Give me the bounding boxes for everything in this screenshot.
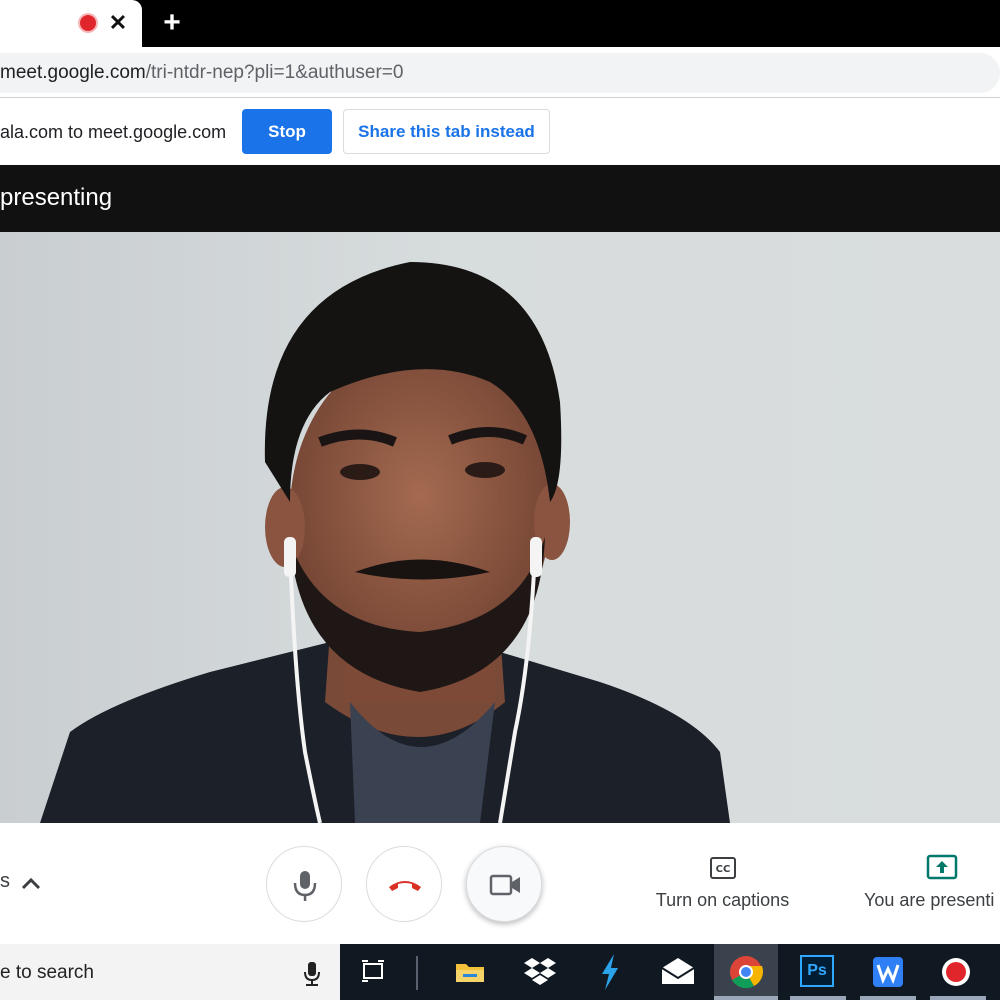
mail-icon[interactable] xyxy=(656,950,700,994)
wps-office-icon[interactable] xyxy=(866,950,910,994)
present-screen-icon xyxy=(926,854,958,880)
microphone-button[interactable] xyxy=(266,846,342,922)
url-path: /tri-ntdr-nep?pli=1&authuser=0 xyxy=(145,62,404,83)
search-placeholder: e to search xyxy=(0,962,94,983)
camera-icon xyxy=(489,874,520,896)
share-this-tab-button[interactable]: Share this tab instead xyxy=(343,109,550,154)
end-call-icon xyxy=(389,881,421,891)
svg-text:CC: CC xyxy=(716,864,731,875)
file-explorer-icon[interactable] xyxy=(448,950,492,994)
meeting-details-label[interactable]: s xyxy=(0,870,10,893)
screen-recorder-icon[interactable] xyxy=(934,950,978,994)
app-running-indicator xyxy=(860,996,916,1000)
lightning-app-icon[interactable] xyxy=(588,950,632,994)
app-running-indicator xyxy=(930,996,986,1000)
recording-indicator-icon xyxy=(80,15,96,31)
participant-image xyxy=(40,262,730,823)
participant-video xyxy=(0,232,1000,823)
microphone-icon xyxy=(293,871,317,901)
stop-sharing-button[interactable]: Stop xyxy=(242,109,332,154)
app-running-indicator xyxy=(790,996,846,1000)
presenting-button[interactable]: You are presenti xyxy=(860,846,1000,926)
close-tab-icon[interactable]: ✕ xyxy=(108,8,128,38)
share-message: ala.com to meet.google.com xyxy=(0,122,227,142)
new-tab-button[interactable]: + xyxy=(158,6,186,40)
captions-label: Turn on captions xyxy=(655,890,790,910)
chevron-up-icon[interactable] xyxy=(20,868,42,898)
task-view-icon[interactable] xyxy=(352,950,396,994)
chrome-icon[interactable] xyxy=(724,950,768,994)
url-text[interactable]: meet.google.com/tri-ntdr-nep?pli=1&authu… xyxy=(0,62,403,84)
dropbox-icon[interactable] xyxy=(518,950,562,994)
taskbar-divider xyxy=(416,956,418,990)
leave-call-button[interactable] xyxy=(366,846,442,922)
tab-strip xyxy=(0,0,1000,47)
camera-button[interactable] xyxy=(466,846,542,922)
url-host: meet.google.com xyxy=(0,62,146,83)
photoshop-icon[interactable]: Ps xyxy=(800,955,834,987)
presenting-header xyxy=(0,165,1000,232)
turn-on-captions-button[interactable]: CC Turn on captions xyxy=(640,846,805,926)
presenting-title: presenting xyxy=(0,184,113,211)
active-app-indicator xyxy=(714,996,778,1000)
closed-captions-icon: CC xyxy=(710,857,736,879)
presenting-label: You are presenti xyxy=(864,890,995,910)
voice-search-icon[interactable] xyxy=(300,958,324,988)
